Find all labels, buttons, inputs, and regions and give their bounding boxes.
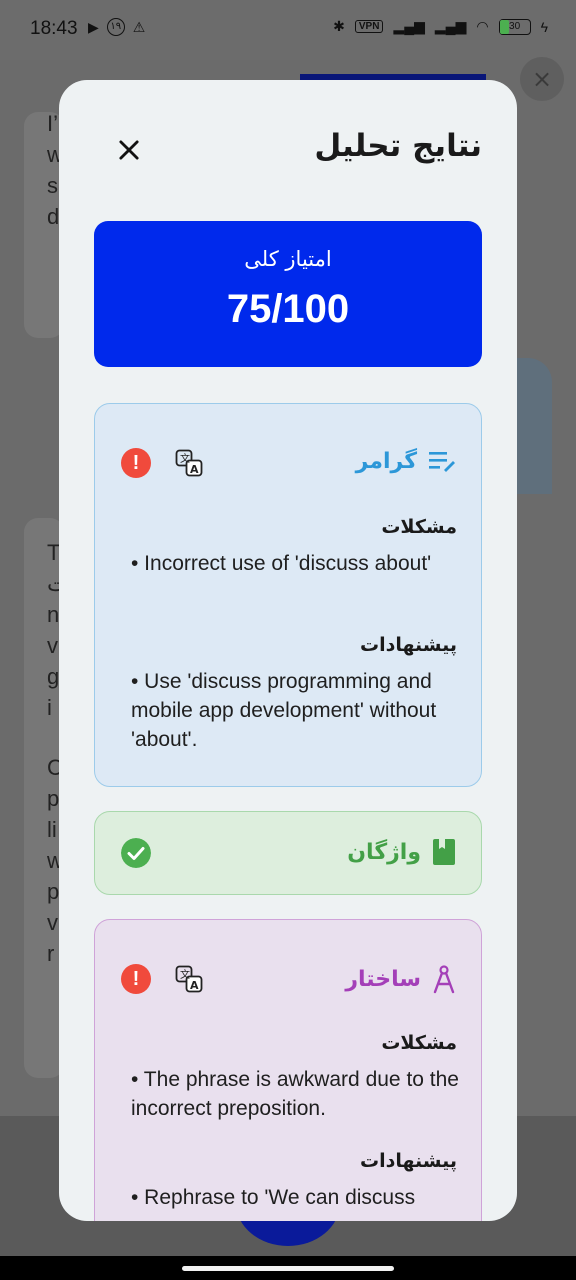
vocabulary-header: واژگان (347, 838, 457, 866)
charging-icon: ϟ (540, 18, 548, 35)
structure-problem-item: • The phrase is awkward due to the incor… (131, 1068, 459, 1120)
vocabulary-status-icons (121, 838, 151, 868)
structure-suggestion-item: • Rephrase to 'We can discuss (131, 1186, 416, 1209)
background-close-icon: × (520, 57, 564, 101)
wifi-icon: ◠ (476, 18, 489, 34)
vocabulary-title: واژگان (347, 839, 421, 865)
structure-title: ساختار (345, 966, 421, 992)
play-icon: ▶ (88, 18, 99, 35)
analysis-results-dialog: نتایج تحلیل امتیاز کلی 75/100 گرامر ! 文 … (59, 80, 517, 1221)
grammar-section[interactable]: گرامر ! 文 A مشکلات • Incorrect use of 'd… (94, 403, 482, 787)
structure-problems-label: مشکلات (381, 1032, 457, 1054)
check-circle-icon (121, 838, 151, 868)
notification-badge-icon: ۱۹ (106, 18, 125, 36)
status-bar: 18:43 ▶ ۱۹ ⚠ ✱ VPN ▂▄▆ ▂▄▆ ◠ 30 ϟ (0, 0, 576, 60)
structure-status-icons: ! 文 A (121, 964, 203, 994)
battery-icon: 30 (498, 18, 531, 35)
error-icon: ! (121, 964, 151, 994)
vpn-badge: VPN (354, 20, 384, 33)
svg-text:A: A (190, 979, 199, 992)
status-left-icons: ▶ ۱۹ ⚠ (88, 18, 145, 36)
grammar-title: گرامر (355, 448, 417, 474)
grammar-suggestion-item: • Use 'discuss programming and mobile ap… (131, 670, 437, 751)
svg-text:A: A (190, 463, 199, 476)
error-icon: ! (121, 448, 151, 478)
grammar-header: گرامر (356, 448, 457, 474)
grammar-icon (429, 452, 455, 472)
grammar-problems-label: مشکلات (381, 516, 457, 538)
status-time: 18:43 (30, 18, 78, 39)
home-gesture-handle[interactable] (182, 1266, 394, 1271)
structure-suggestions-label: پیشنهادات (359, 1150, 457, 1172)
bluetooth-icon: ✱ (333, 18, 345, 34)
structure-section[interactable]: ساختار ! 文 A مشکلات • The phrase is awkw… (94, 919, 482, 1221)
close-icon[interactable] (115, 136, 143, 164)
signal-icon-2: ▂▄▆ (434, 18, 467, 34)
grammar-problem-item: • Incorrect use of 'discuss about' (131, 552, 432, 575)
svg-text:文: 文 (180, 968, 190, 981)
translate-icon[interactable]: 文 A (175, 965, 203, 993)
score-value: 75/100 (226, 287, 350, 331)
svg-text:文: 文 (180, 452, 190, 465)
status-right-icons: ✱ VPN ▂▄▆ ▂▄▆ ◠ 30 ϟ (333, 18, 548, 35)
dialog-title: نتایج تحلیل (314, 128, 482, 164)
score-label: امتیاز کلی (244, 247, 332, 271)
compass-icon (433, 965, 455, 994)
book-icon (433, 839, 455, 865)
grammar-status-icons: ! 文 A (121, 448, 203, 478)
vocabulary-section[interactable]: واژگان (94, 811, 482, 895)
grammar-suggestions-label: پیشنهادات (359, 634, 457, 656)
overall-score-card: امتیاز کلی 75/100 (94, 221, 482, 367)
structure-header: ساختار (345, 964, 457, 994)
translate-icon[interactable]: 文 A (175, 449, 203, 477)
warning-icon: ⚠ (132, 18, 146, 35)
signal-icon: ▂▄▆ (393, 18, 425, 34)
